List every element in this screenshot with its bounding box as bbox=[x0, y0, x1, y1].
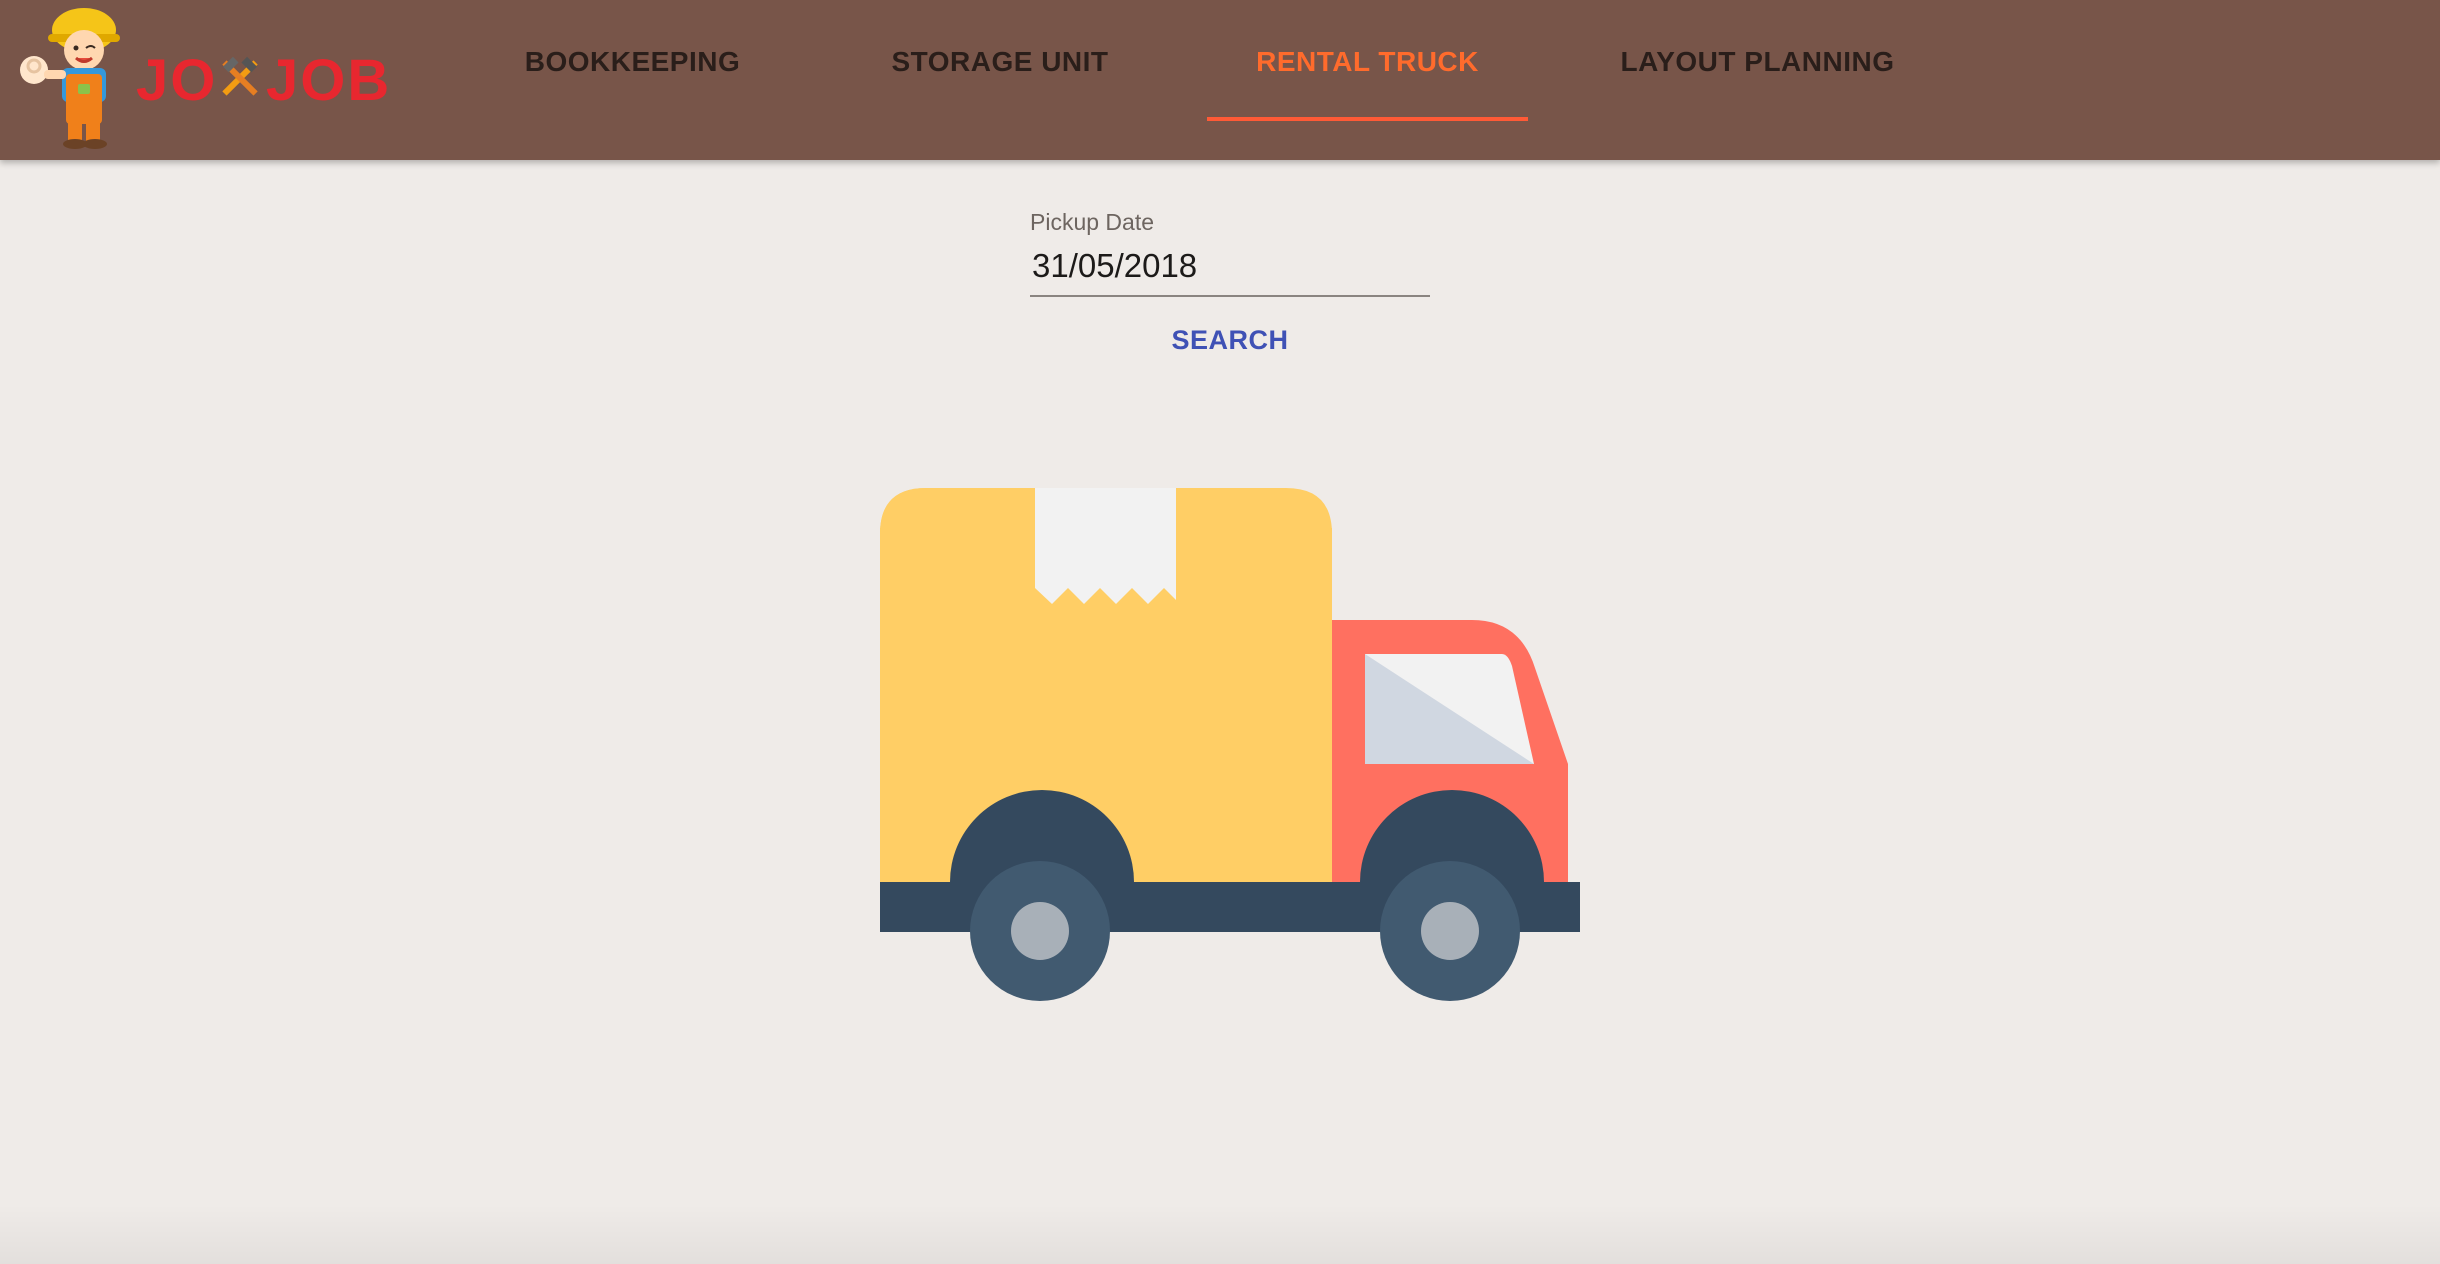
pickup-date-input[interactable] bbox=[1030, 239, 1430, 297]
main-nav-tabs: BOOKKEEPING STORAGE UNIT RENTAL TRUCK LA… bbox=[0, 0, 2440, 160]
tab-layout-planning[interactable]: LAYOUT PLANNING bbox=[1595, 0, 1920, 124]
app-bar: JO JOB BOOKKEEPING STORAGE UNIT RENTAL T… bbox=[0, 0, 2440, 160]
search-button[interactable]: SEARCH bbox=[1130, 318, 1330, 362]
delivery-truck-icon bbox=[880, 488, 1580, 1004]
tab-bookkeeping[interactable]: BOOKKEEPING bbox=[490, 0, 775, 124]
tab-rental-truck[interactable]: RENTAL TRUCK bbox=[1207, 0, 1528, 124]
bottom-shade bbox=[0, 1204, 2440, 1264]
active-tab-indicator bbox=[1207, 117, 1528, 121]
pickup-date-label: Pickup Date bbox=[1030, 209, 1155, 235]
pickup-date-field: Pickup Date bbox=[1030, 205, 1430, 297]
tab-storage-unit[interactable]: STORAGE UNIT bbox=[855, 0, 1145, 124]
